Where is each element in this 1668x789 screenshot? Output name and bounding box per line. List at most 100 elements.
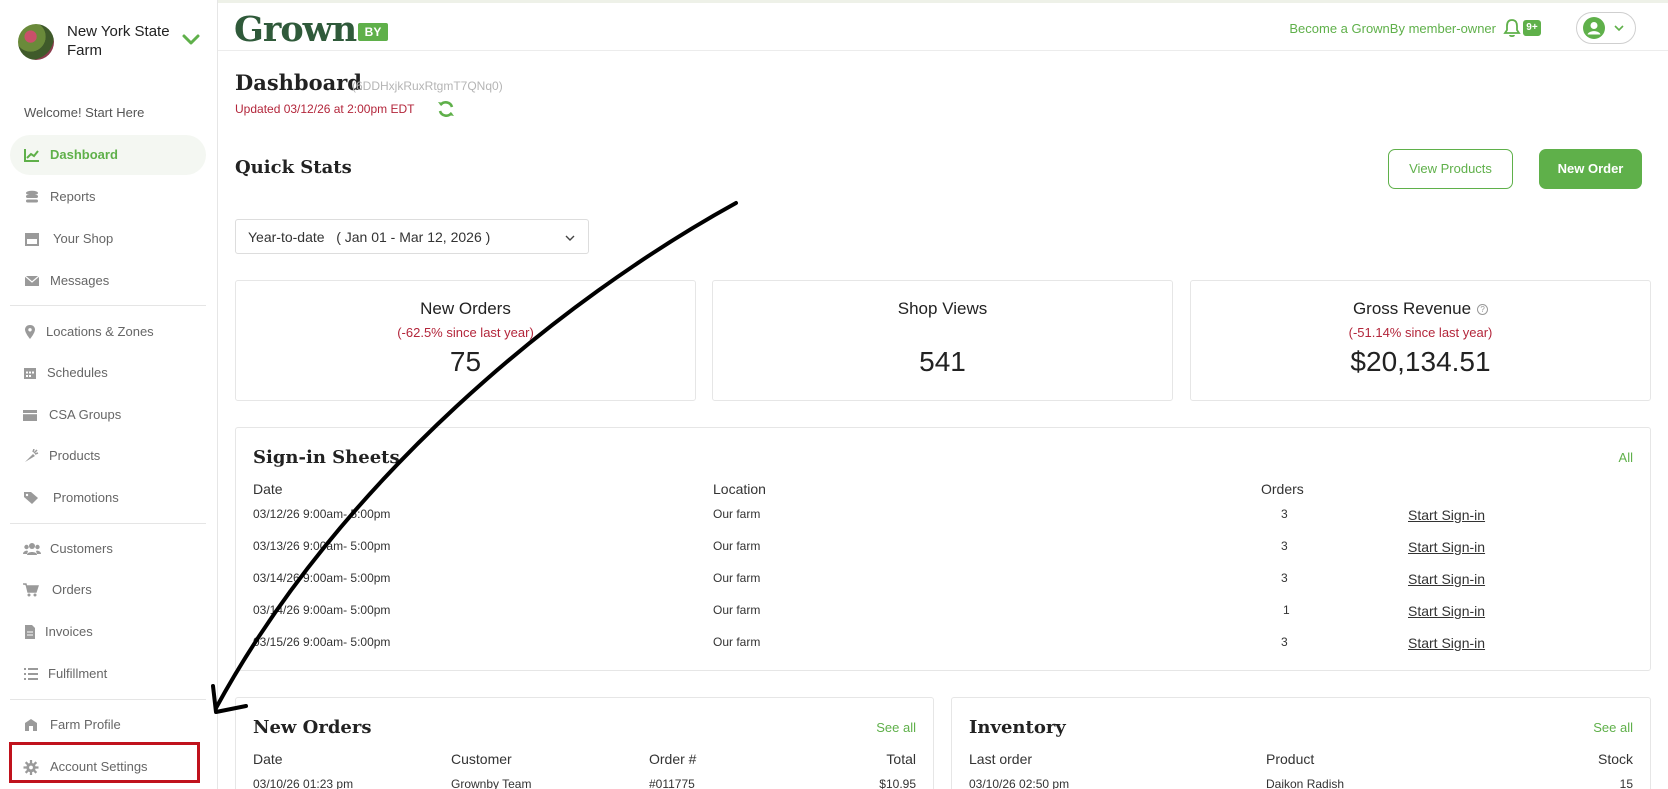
sidebar-item-fulfillment[interactable]: Fulfillment (10, 654, 206, 694)
row-orders: 3 (1281, 571, 1288, 585)
sidebar-item-label: CSA Groups (49, 407, 122, 422)
sidebar-item-label: Reports (50, 189, 96, 204)
box-icon (23, 410, 37, 421)
sidebar-item-label: Invoices (45, 624, 93, 639)
signin-all-link[interactable]: All (1619, 450, 1633, 465)
row-date: 03/10/26 01:23 pm (253, 777, 354, 789)
envelope-icon (24, 275, 40, 286)
col-header-orders: Orders (1261, 481, 1304, 497)
row-location: Our farm (713, 507, 761, 521)
row-date: 03/12/26 9:00am- 5:00pm (253, 507, 391, 521)
row-location: Our farm (713, 603, 761, 617)
sidebar-item-dashboard[interactable]: Dashboard (10, 135, 206, 175)
inventory-title: Inventory (969, 717, 1066, 738)
store-icon (25, 233, 39, 246)
col-header-location: Location (713, 481, 766, 497)
sidebar-item-orders[interactable]: Orders (10, 570, 206, 610)
signin-sheets-title: Sign-in Sheets (253, 447, 400, 468)
stat-label-row: Gross Revenue? (1191, 299, 1650, 319)
stat-label: Shop Views (897, 299, 988, 318)
sidebar-item-label: Promotions (53, 490, 119, 505)
sidebar-item-label: Customers (50, 541, 113, 556)
chevron-down-icon[interactable] (180, 28, 202, 50)
help-icon[interactable]: ? (1477, 304, 1489, 315)
stat-label: Gross Revenue (1352, 299, 1472, 318)
col-header-product: Product (1266, 751, 1315, 767)
sidebar-item-promotions[interactable]: Promotions (10, 478, 206, 518)
row-date: 03/13/26 9:00am- 5:00pm (253, 539, 391, 553)
tags-icon (24, 492, 38, 504)
row-location: Our farm (713, 571, 761, 585)
sidebar-item-label: Messages (50, 273, 110, 288)
farm-name: New York State Farm (67, 23, 170, 59)
new-order-button[interactable]: New Order (1539, 149, 1642, 189)
col-header-total: Total (886, 751, 916, 767)
sidebar-item-label: Orders (52, 582, 92, 597)
row-product: Daikon Radish (1266, 777, 1345, 789)
sidebar-item-farm-profile[interactable]: Farm Profile (10, 705, 206, 745)
list-icon (24, 668, 38, 680)
sidebar-item-label: Locations & Zones (46, 324, 154, 339)
start-signin-link[interactable]: Start Sign-in (1408, 603, 1485, 619)
farm-avatar (18, 24, 54, 60)
highlight-box (9, 742, 200, 783)
inventory-see-all[interactable]: See all (1593, 720, 1633, 735)
sidebar-item-schedules[interactable]: Schedules (10, 353, 206, 393)
start-signin-link[interactable]: Start Sign-in (1408, 635, 1485, 651)
calendar-icon (24, 368, 36, 379)
signin-sheets-card: Sign-in Sheets All Date Location Orders … (235, 427, 1651, 671)
user-avatar-icon (1583, 17, 1605, 39)
row-location: Our farm (713, 635, 761, 649)
date-range-select[interactable]: Year-to-date ( Jan 01 - Mar 12, 2026 ) (235, 219, 589, 254)
stat-value: 75 (449, 346, 482, 377)
row-date: 03/14/26 9:00am- 5:00pm (253, 571, 391, 585)
start-signin-link[interactable]: Start Sign-in (1408, 571, 1485, 587)
sidebar-item-locations[interactable]: Locations & Zones (10, 312, 206, 352)
user-menu[interactable] (1576, 12, 1636, 44)
chevron-down-icon (565, 235, 575, 241)
carrot-icon (25, 449, 39, 462)
sidebar-item-reports[interactable]: Reports (10, 177, 206, 217)
sidebar-item-csa-groups[interactable]: CSA Groups (10, 395, 206, 435)
cart-icon (23, 583, 39, 597)
users-icon (23, 543, 41, 555)
start-signin-link[interactable]: Start Sign-in (1408, 539, 1485, 555)
bell-icon[interactable] (1502, 18, 1522, 38)
row-last-order: 03/10/26 02:50 pm (969, 777, 1070, 789)
sidebar-item-your-shop[interactable]: Your Shop (10, 219, 206, 259)
welcome-link[interactable]: Welcome! Start Here (24, 105, 144, 120)
sidebar-divider (10, 523, 206, 524)
col-header-customer: Customer (451, 751, 512, 767)
view-products-button[interactable]: View Products (1388, 149, 1513, 189)
new-orders-see-all[interactable]: See all (876, 720, 916, 735)
sidebar: New York State Farm Welcome! Start Here … (0, 0, 218, 789)
notification-badge: 9+ (1523, 20, 1541, 36)
dashboard-id: (6DDHxjkRuxRtgmT7QNq0) (352, 79, 503, 93)
sidebar-item-label: Farm Profile (50, 717, 121, 732)
member-owner-link[interactable]: Become a GrownBy member-owner (1289, 21, 1496, 36)
sidebar-item-label: Dashboard (50, 147, 118, 162)
sidebar-item-products[interactable]: Products (10, 436, 206, 476)
row-order-number: #011775 (649, 777, 695, 789)
farm-icon (25, 719, 37, 731)
map-pin-icon (25, 325, 35, 339)
quick-stats-title: Quick Stats (235, 157, 352, 178)
sidebar-item-customers[interactable]: Customers (10, 529, 206, 569)
row-customer: Grownby Team (451, 777, 532, 789)
sidebar-item-messages[interactable]: Messages (10, 261, 206, 301)
col-header-order: Order # (649, 751, 697, 767)
refresh-icon[interactable] (437, 100, 455, 118)
row-location: Our farm (713, 539, 761, 553)
col-header-stock: Stock (1597, 751, 1633, 767)
stat-card-gross-revenue: Gross Revenue? (-51.14% since last year)… (1190, 280, 1651, 401)
sidebar-item-label: Schedules (47, 365, 108, 380)
stat-value: 541 (919, 346, 966, 377)
start-signin-link[interactable]: Start Sign-in (1408, 507, 1485, 523)
sidebar-item-invoices[interactable]: Invoices (10, 612, 206, 652)
grownby-logo[interactable]: Grown BY (234, 9, 388, 50)
farm-switcher[interactable]: New York State Farm (18, 22, 208, 62)
top-header: Grown BY Become a GrownBy member-owner 9… (218, 3, 1668, 51)
stat-card-shop-views: Shop Views 541 (712, 280, 1173, 401)
col-header-date: Date (253, 751, 283, 767)
row-orders: 1 (1283, 603, 1290, 617)
